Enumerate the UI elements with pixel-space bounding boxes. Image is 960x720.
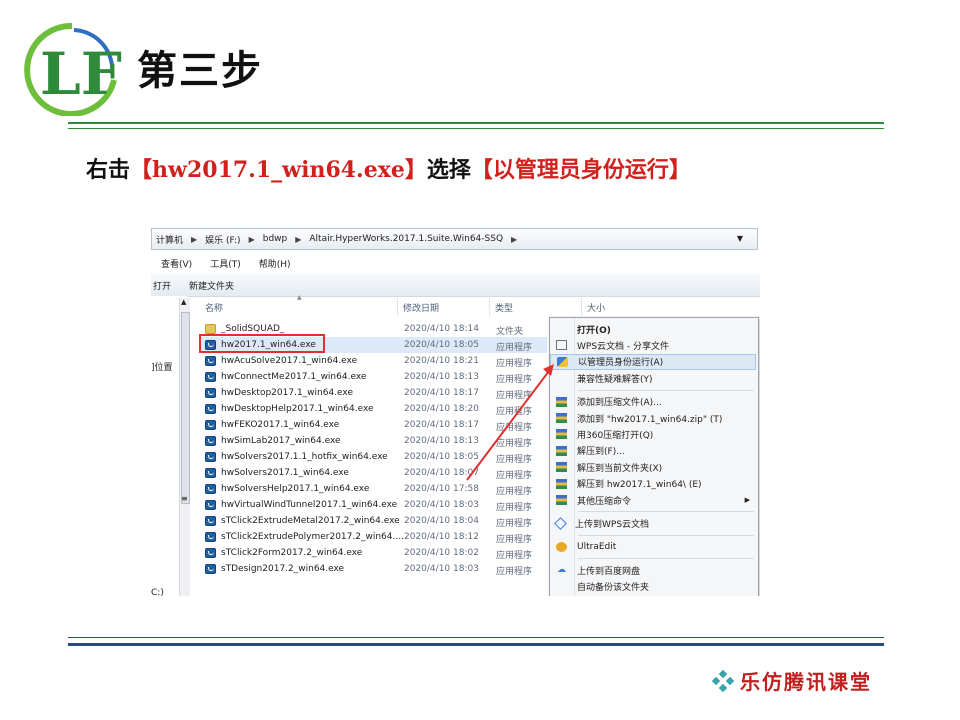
annotation-arrow <box>466 364 554 481</box>
brand-name: 乐仿腾讯课堂 <box>740 670 872 694</box>
header-divider-thin <box>68 128 884 129</box>
instruction-text: 右击【hw2017.1_win64.exe】选择【以管理员身份运行】 <box>86 157 691 183</box>
footer-divider <box>68 643 884 646</box>
diamond-logo-icon <box>711 669 735 692</box>
brand-footer: 乐仿腾讯课堂 <box>711 666 872 695</box>
header-divider <box>68 122 884 124</box>
page-title: 第三步 <box>137 48 263 94</box>
lf-logo: LF <box>24 22 122 116</box>
svg-text:LF: LF <box>40 40 122 108</box>
explorer-screenshot: 计算机 ▶ 娱乐 (F:) ▶ bdwp ▶ Altair.HyperWorks.20… <box>151 228 760 596</box>
footer-divider-thin <box>68 637 884 638</box>
